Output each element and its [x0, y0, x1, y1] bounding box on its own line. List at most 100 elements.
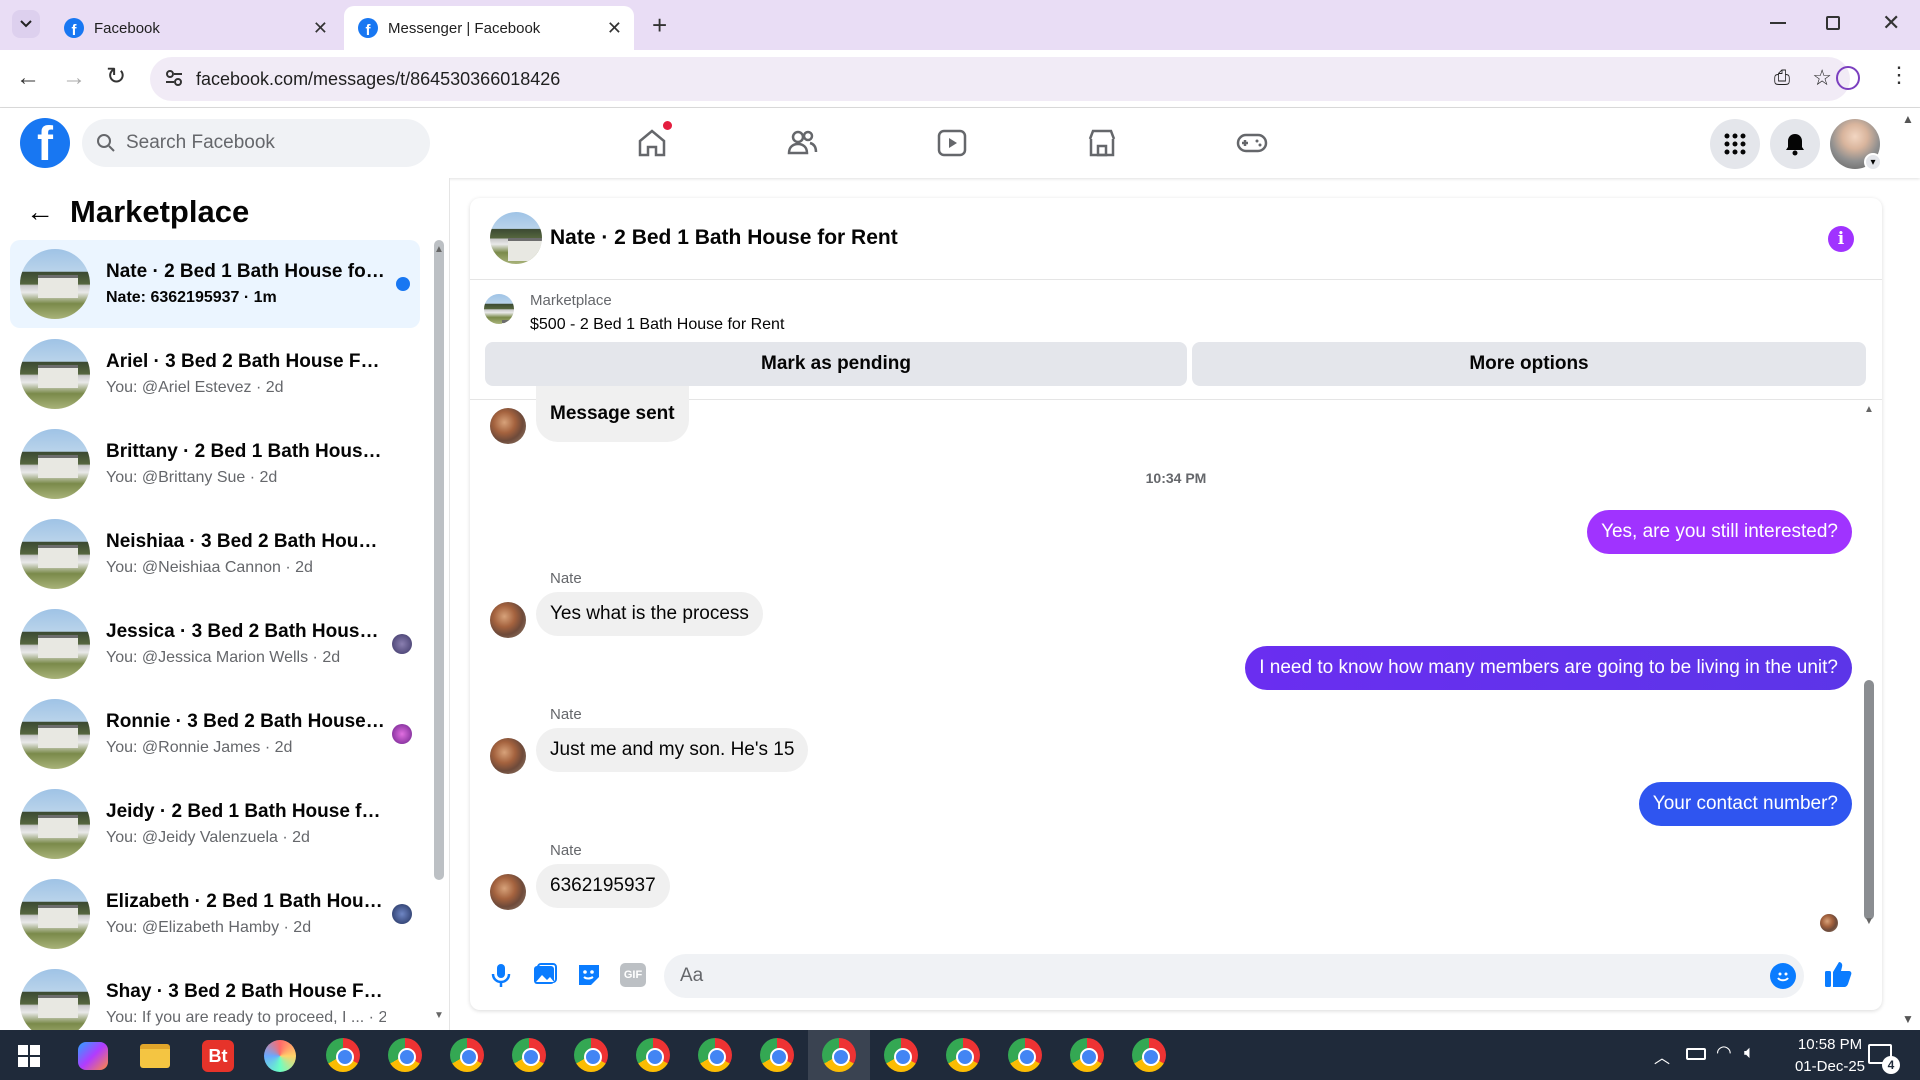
browser-tab-facebook[interactable]: f Facebook ✕ — [50, 6, 340, 50]
chrome-icon[interactable] — [388, 1038, 422, 1072]
url-field[interactable]: facebook.com/messages/t/864530366018426 … — [150, 57, 1850, 101]
notifications-bell-icon[interactable] — [1770, 119, 1820, 169]
chrome-icon[interactable] — [1132, 1038, 1166, 1072]
restore-window-icon[interactable] — [1826, 16, 1840, 30]
facebook-logo-icon[interactable]: f — [20, 118, 70, 168]
sticker-icon[interactable] — [576, 962, 602, 988]
profile-icon[interactable] — [1836, 66, 1860, 90]
chrome-icon[interactable] — [698, 1038, 732, 1072]
app-icon[interactable] — [264, 1040, 296, 1072]
page-scroll-down-icon[interactable]: ▼ — [1902, 1012, 1914, 1026]
conversation-item[interactable]: Ariel · 3 Bed 2 Bath House For R... You: … — [10, 330, 420, 418]
bookmark-star-icon[interactable]: ☆ — [1812, 65, 1832, 91]
composer: GIF Aa — [470, 950, 1882, 1010]
clock-time[interactable]: 10:58 PM — [1780, 1036, 1880, 1053]
conversation-item[interactable]: Jessica · 3 Bed 2 Bath House F... You: @J… — [10, 600, 420, 688]
conversation-item[interactable]: Brittany · 2 Bed 1 Bath House for... You:… — [10, 420, 420, 508]
photo-icon[interactable] — [532, 962, 558, 988]
tray-chevron-up-icon[interactable]: ︿ — [1654, 1044, 1670, 1068]
chrome-icon[interactable] — [1008, 1038, 1042, 1072]
chrome-icon[interactable] — [450, 1038, 484, 1072]
account-avatar[interactable]: ▾ — [1830, 119, 1882, 171]
chrome-icon[interactable] — [636, 1038, 670, 1072]
chrome-icon[interactable] — [512, 1038, 546, 1072]
install-app-icon[interactable]: ⎙ — [1774, 67, 1790, 90]
gaming-icon[interactable] — [1232, 123, 1272, 163]
message-bubble: Just me and my son. He's 15 — [536, 728, 809, 772]
browser-menu-icon[interactable]: ⋮ — [1888, 62, 1910, 88]
volume-icon[interactable]: 🔈︎ — [1744, 1042, 1755, 1063]
battery-icon[interactable] — [1686, 1048, 1706, 1060]
chat-scrollbar[interactable] — [1864, 680, 1874, 920]
conversation-item[interactable]: Ronnie · 3 Bed 2 Bath House F... You: @Ro… — [10, 690, 420, 778]
scroll-up-arrow-icon[interactable]: ▲ — [434, 244, 444, 255]
conversation-snippet: You: @Elizabeth Hamby · 2d — [106, 919, 312, 936]
bittorrent-icon[interactable]: Bt — [202, 1040, 234, 1072]
home-icon[interactable] — [632, 121, 672, 163]
site-info-icon[interactable] — [164, 68, 184, 88]
tab-search-dropdown-icon[interactable] — [12, 10, 40, 38]
listing-thumbnail — [20, 879, 90, 949]
chrome-icon[interactable] — [1070, 1038, 1104, 1072]
conversation-item[interactable]: Elizabeth · 2 Bed 1 Bath House... You: @E… — [10, 870, 420, 958]
conversation-snippet: You: If you are ready to proceed, I ... … — [106, 1009, 386, 1026]
listing-thumbnail — [20, 249, 90, 319]
chrome-icon[interactable] — [884, 1038, 918, 1072]
sender-name: Nate — [550, 570, 582, 587]
windows-start-icon[interactable] — [18, 1045, 40, 1067]
chrome-icon[interactable] — [822, 1038, 856, 1072]
scroll-up-arrow-icon[interactable]: ▲ — [1864, 404, 1874, 415]
gif-icon[interactable]: GIF — [620, 963, 646, 987]
conversation-snippet: You: @Brittany Sue · 2d — [106, 469, 278, 486]
conversation-item[interactable]: Jeidy · 2 Bed 1 Bath House for R... You: … — [10, 780, 420, 868]
browser-tab-messenger[interactable]: f Messenger | Facebook ✕ — [344, 6, 634, 50]
conversation-title: Jessica · 3 Bed 2 Bath House F... — [106, 621, 386, 642]
listing-thumbnail[interactable] — [490, 212, 542, 264]
scroll-down-arrow-icon[interactable]: ▼ — [1864, 916, 1874, 927]
conversation-item[interactable]: Shay · 3 Bed 2 Bath House For R... You: I… — [10, 960, 420, 1030]
clock-date[interactable]: 01-Dec-25 — [1780, 1058, 1880, 1075]
tab-title: Facebook — [94, 19, 160, 37]
back-arrow-icon[interactable]: ← — [16, 64, 40, 92]
message-bubble: Yes, are you still interested? — [1587, 510, 1852, 554]
chrome-icon[interactable] — [946, 1038, 980, 1072]
mark-as-pending-button[interactable]: Mark as pending — [485, 342, 1187, 386]
chat-title[interactable]: Nate · 2 Bed 1 Bath House for Rent — [550, 226, 898, 250]
sidebar-scrollbar[interactable] — [434, 240, 444, 880]
windows-taskbar: Bt ︿ ◠ 🔈︎ 10:58 PM 01-Dec-25 4 — [0, 1030, 1920, 1080]
listing-source: Marketplace — [530, 292, 612, 309]
chrome-icon[interactable] — [326, 1038, 360, 1072]
search-input[interactable]: Search Facebook — [82, 119, 430, 167]
conversation-item[interactable]: Nate · 2 Bed 1 Bath House for ... Nate: 6… — [10, 240, 420, 328]
marketplace-icon[interactable] — [1082, 123, 1122, 163]
sender-avatar — [490, 408, 526, 444]
close-tab-icon[interactable]: ✕ — [313, 18, 328, 39]
wifi-icon[interactable]: ◠ — [1716, 1042, 1732, 1063]
message-input[interactable]: Aa — [664, 954, 1804, 998]
microphone-icon[interactable] — [488, 962, 514, 988]
chrome-icon[interactable] — [574, 1038, 608, 1072]
emoji-icon[interactable] — [1770, 963, 1796, 989]
chrome-icon[interactable] — [760, 1038, 794, 1072]
more-options-button[interactable]: More options — [1192, 342, 1866, 386]
reload-icon[interactable]: ↻ — [106, 62, 126, 91]
scroll-down-arrow-icon[interactable]: ▼ — [434, 1010, 444, 1021]
forward-arrow-icon[interactable]: → — [62, 64, 86, 92]
copilot-icon[interactable] — [78, 1042, 108, 1070]
friends-icon[interactable] — [782, 123, 822, 163]
back-arrow-icon[interactable]: ← — [26, 196, 54, 228]
page-scroll-up-icon[interactable]: ▲ — [1902, 112, 1914, 126]
video-icon[interactable] — [932, 123, 972, 163]
info-icon[interactable]: i — [1828, 226, 1854, 252]
new-tab-icon[interactable]: + — [652, 10, 667, 41]
menu-grid-icon[interactable] — [1710, 119, 1760, 169]
thumbs-up-icon[interactable] — [1822, 958, 1854, 990]
close-tab-icon[interactable]: ✕ — [607, 18, 622, 39]
conversation-title: Jeidy · 2 Bed 1 Bath House for R... — [106, 801, 386, 822]
file-explorer-icon[interactable] — [140, 1044, 170, 1068]
sender-name: Nate — [550, 842, 582, 859]
browser-tab-bar: f Facebook ✕ f Messenger | Facebook ✕ + … — [0, 0, 1920, 50]
close-window-icon[interactable]: ✕ — [1882, 10, 1900, 36]
conversation-item[interactable]: Neishiaa · 3 Bed 2 Bath House F... You: @… — [10, 510, 420, 598]
minimize-window-icon[interactable] — [1770, 22, 1786, 24]
